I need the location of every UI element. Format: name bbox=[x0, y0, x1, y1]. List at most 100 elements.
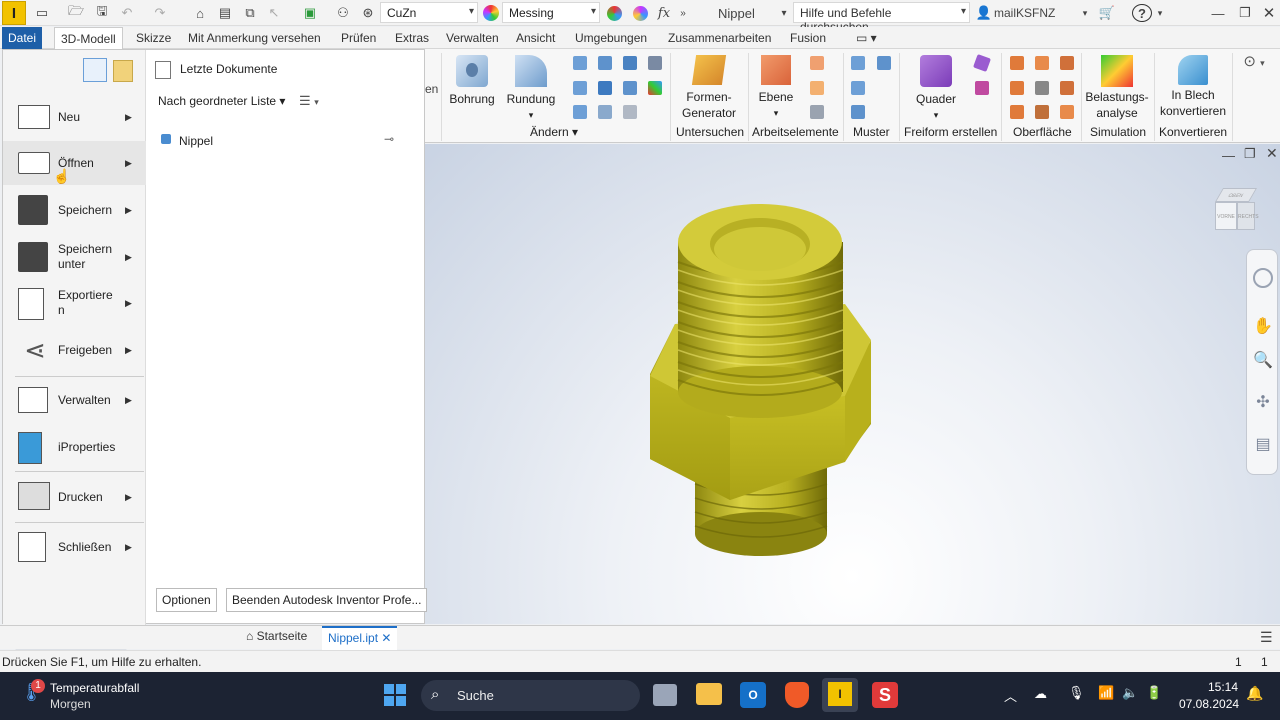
viewcube-top-face[interactable]: OBEN bbox=[1214, 188, 1258, 202]
menu-item-speichern[interactable]: Speichern ▶ bbox=[3, 188, 146, 232]
tab-zusammenarbeiten[interactable]: Zusammenarbeiten bbox=[662, 27, 777, 49]
material-combo[interactable]: CuZn bbox=[380, 2, 478, 23]
tab-ansicht[interactable]: Ansicht bbox=[510, 27, 561, 49]
stress-analysis-button[interactable]: Belastungs- analyse bbox=[1084, 53, 1150, 121]
sort-dropdown[interactable]: Nach geordneter Liste ▾ bbox=[158, 94, 285, 108]
hole-button[interactable]: Bohrung bbox=[447, 53, 497, 107]
more-chevron-icon[interactable]: » bbox=[676, 3, 690, 23]
cart-icon[interactable]: 🛒 bbox=[1098, 3, 1116, 23]
help-icon[interactable]: ? bbox=[1132, 4, 1152, 22]
freeform-edit-icon[interactable] bbox=[973, 54, 991, 72]
home-icon[interactable]: ⌂ bbox=[190, 3, 210, 23]
steering-wheel-icon[interactable] bbox=[1253, 268, 1273, 288]
appearance-combo[interactable]: Messing bbox=[502, 2, 600, 23]
plane-button[interactable]: Ebene ▾ bbox=[755, 53, 797, 121]
document-dropdown-icon[interactable]: ▾ bbox=[778, 3, 790, 23]
fillet-dropdown-icon[interactable]: ▾ bbox=[503, 107, 559, 123]
open-folder-icon[interactable]: 🗁 bbox=[66, 3, 86, 23]
windows-start-icon[interactable] bbox=[384, 684, 406, 706]
tab-datei[interactable]: Datei bbox=[2, 27, 43, 49]
options-button[interactable]: Optionen bbox=[156, 588, 217, 612]
help-dropdown-icon[interactable]: ▾ bbox=[1155, 3, 1165, 23]
draft-icon[interactable] bbox=[623, 56, 637, 70]
onedrive-icon[interactable]: ☁ bbox=[1034, 686, 1047, 702]
inventor-taskbar-button[interactable]: I bbox=[822, 678, 858, 712]
copy-icon[interactable]: ⧉ bbox=[240, 3, 260, 23]
restore-icon[interactable]: ❐ bbox=[1235, 3, 1255, 23]
tab-anmerkung[interactable]: Mit Anmerkung versehen bbox=[182, 27, 327, 49]
volume-icon[interactable]: 🔈 bbox=[1122, 685, 1138, 701]
pin-icon[interactable]: ⊸ bbox=[384, 132, 394, 146]
menu-item-oeffnen[interactable]: Öffnen ▶ bbox=[3, 141, 146, 185]
redo-icon[interactable]: ↷ bbox=[150, 3, 170, 23]
menu-item-schliessen[interactable]: Schließen ▶ bbox=[3, 525, 146, 569]
work-point-icon[interactable] bbox=[810, 81, 824, 95]
viewcube[interactable]: OBEN VORNE RECHTS bbox=[1213, 188, 1259, 234]
box-dropdown-icon[interactable]: ▾ bbox=[911, 107, 961, 123]
direct-edit-icon[interactable] bbox=[623, 81, 637, 95]
trim-icon[interactable] bbox=[1010, 81, 1024, 95]
chamfer-icon[interactable] bbox=[573, 56, 587, 70]
rectangular-pattern-icon[interactable] bbox=[851, 56, 865, 70]
recent-document-item[interactable]: Nippel bbox=[179, 134, 213, 148]
menu-item-neu[interactable]: Neu ▶ bbox=[3, 95, 146, 139]
microphone-icon[interactable]: 🎙 bbox=[1068, 685, 1085, 701]
tab-extras[interactable]: Extras bbox=[389, 27, 435, 49]
clock-time[interactable]: 15:14 bbox=[1208, 680, 1238, 694]
viewcube-right-face[interactable]: RECHTS bbox=[1237, 202, 1259, 230]
panel-toggle-icon[interactable]: ▭ ▾ bbox=[850, 27, 883, 49]
settings-wheel-icon[interactable]: ⊛ bbox=[358, 3, 378, 23]
menu-item-verwalten[interactable]: Verwalten ▶ bbox=[3, 378, 146, 422]
document-tabs-menu-icon[interactable]: ☰ bbox=[1260, 629, 1273, 646]
split-icon[interactable] bbox=[573, 81, 587, 95]
copy-object-icon[interactable] bbox=[623, 105, 637, 119]
notification-icon[interactable]: 🔔 bbox=[1246, 685, 1263, 702]
weather-title[interactable]: Temperaturabfall bbox=[50, 681, 139, 695]
replace-face-icon[interactable] bbox=[1060, 81, 1074, 95]
pan-hand-icon[interactable]: ✋ bbox=[1253, 316, 1273, 336]
tab-skizze[interactable]: Skizze bbox=[130, 27, 177, 49]
list-view-icon[interactable]: ☰ ▾ bbox=[299, 93, 319, 109]
exit-inventor-button[interactable]: Beenden Autodesk Inventor Profe... bbox=[226, 588, 428, 612]
menu-item-speichern-unter[interactable]: Speichern unter ▶ bbox=[3, 235, 146, 279]
update-icon[interactable]: ▣ bbox=[300, 3, 320, 23]
close-tab-icon[interactable]: ✕ bbox=[381, 631, 391, 645]
battery-icon[interactable]: 🔋 bbox=[1146, 685, 1162, 701]
thicken-icon[interactable] bbox=[573, 105, 587, 119]
undo-icon[interactable]: ↶ bbox=[117, 3, 137, 23]
tab-startseite[interactable]: ⌂ Startseite bbox=[246, 629, 307, 643]
recent-docs-view-icon[interactable] bbox=[83, 58, 107, 82]
ucs-icon[interactable] bbox=[810, 105, 824, 119]
file-explorer-icon[interactable] bbox=[696, 683, 722, 705]
fillet-button[interactable]: Rundung ▾ bbox=[503, 53, 559, 123]
brave-browser-icon[interactable] bbox=[785, 682, 809, 708]
circular-pattern-icon[interactable] bbox=[851, 81, 865, 95]
inventor-logo[interactable]: I bbox=[2, 1, 26, 25]
task-view-icon[interactable] bbox=[653, 684, 677, 706]
tab-nippel-ipt[interactable]: Nippel.ipt ✕ bbox=[322, 626, 398, 650]
appearance-adjust-icon[interactable] bbox=[604, 3, 624, 23]
ribbon-options-icon[interactable]: ⊙ ▾ bbox=[1237, 54, 1271, 71]
extend-icon[interactable] bbox=[1035, 81, 1049, 95]
outlook-icon[interactable]: O bbox=[740, 682, 766, 708]
user-account[interactable]: mailKSFNZ bbox=[994, 3, 1094, 23]
open-docs-view-icon[interactable] bbox=[113, 60, 133, 82]
convert-sheet-metal-button[interactable]: In Blech konvertieren bbox=[1158, 53, 1228, 119]
clear-appearance-icon[interactable] bbox=[630, 3, 650, 23]
sketch-pattern-icon[interactable] bbox=[851, 105, 865, 119]
group-aendern[interactable]: Ändern ▾ bbox=[530, 125, 578, 139]
new-file-icon[interactable]: ▭ bbox=[32, 3, 52, 23]
taskbar-search[interactable]: ⌕ Suche bbox=[421, 680, 640, 711]
appearance-icon[interactable] bbox=[648, 81, 662, 95]
work-axis-icon[interactable] bbox=[810, 56, 824, 70]
adaptive-icon[interactable]: ⚇ bbox=[333, 3, 353, 23]
menu-item-iproperties[interactable]: iProperties bbox=[3, 425, 146, 469]
shell-icon[interactable] bbox=[598, 56, 612, 70]
wifi-icon[interactable]: 📶 bbox=[1098, 685, 1114, 701]
zoom-icon[interactable]: 🔍 bbox=[1253, 350, 1273, 370]
ruled-surface-icon[interactable] bbox=[1035, 105, 1049, 119]
freeform-convert-icon[interactable] bbox=[975, 81, 989, 95]
orbit-icon[interactable]: ✣ bbox=[1253, 392, 1273, 412]
clock-date[interactable]: 07.08.2024 bbox=[1179, 697, 1239, 711]
parameters-fx-icon[interactable]: fx bbox=[653, 3, 675, 23]
